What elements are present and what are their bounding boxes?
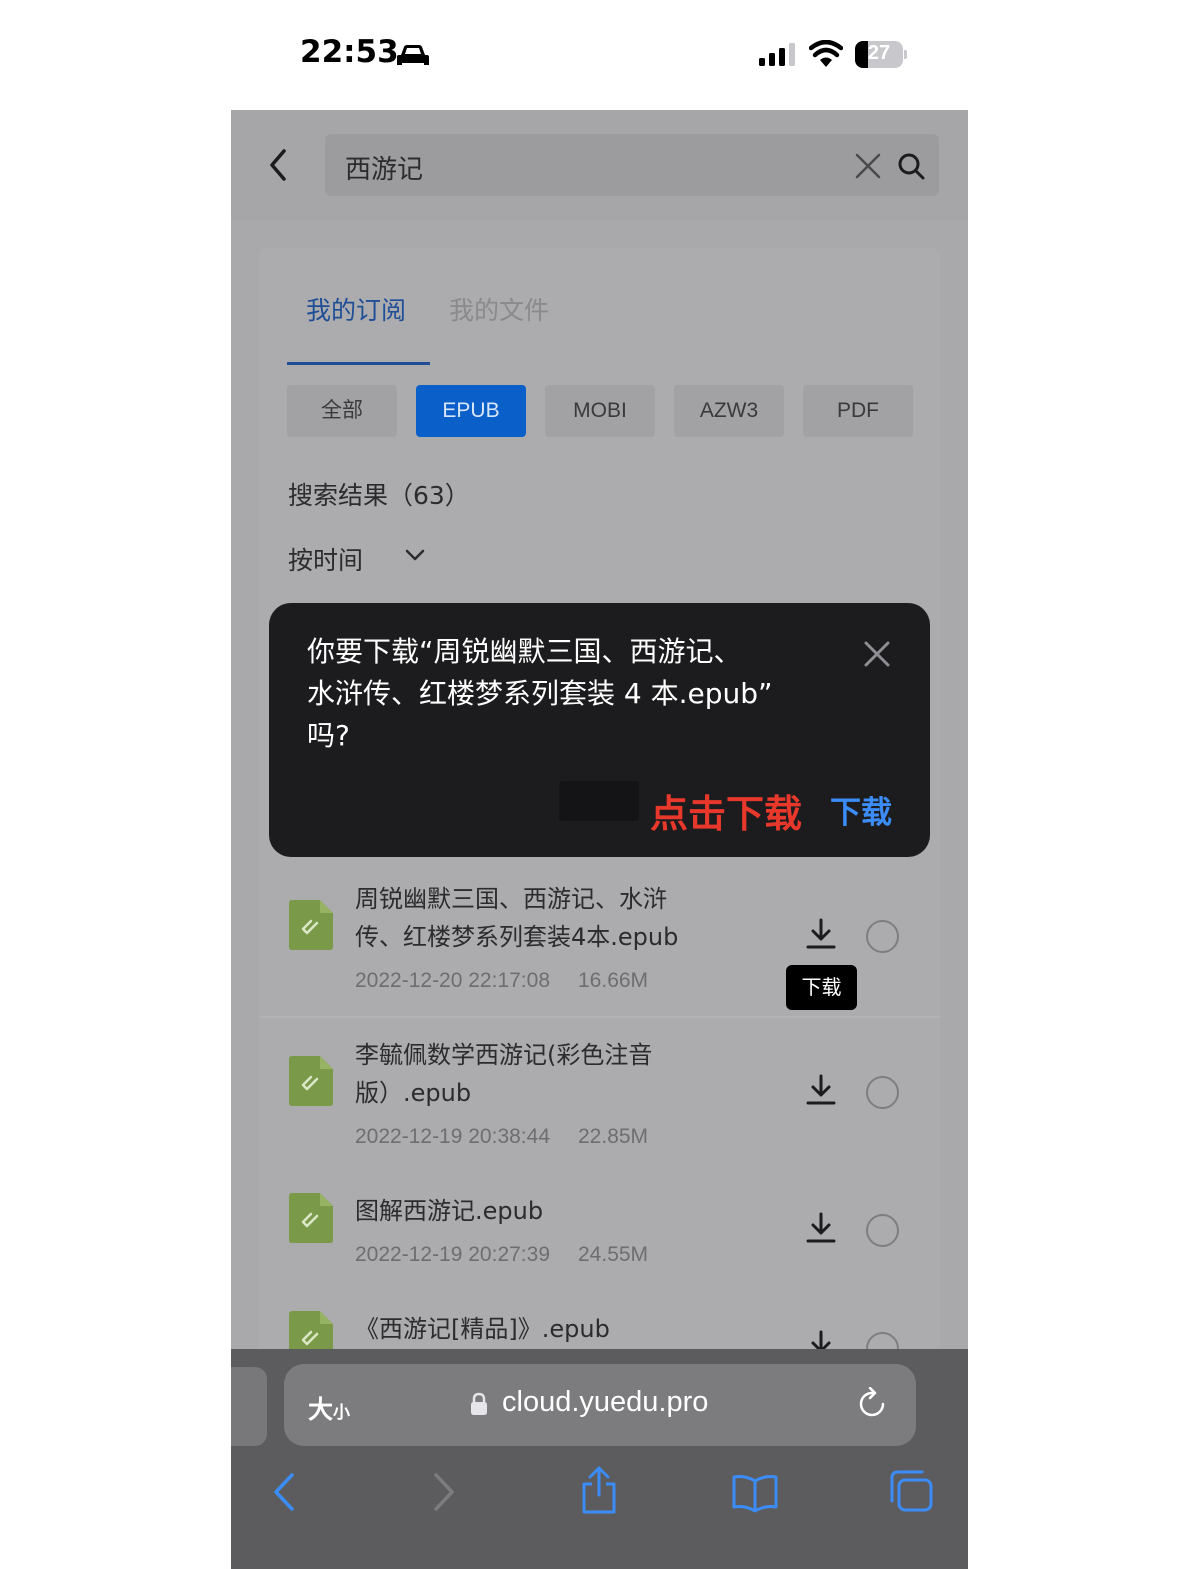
file-date: 2022-12-19 20:27:39 <box>355 1243 550 1266</box>
search-header: 西游记 <box>231 110 968 220</box>
battery-level: 27 <box>867 42 891 64</box>
address-bar[interactable]: 大小 cloud.yuedu.pro <box>284 1364 916 1446</box>
file-meta: 2022-12-20 22:17:08 16.66M <box>355 969 648 993</box>
bookmarks-icon[interactable] <box>731 1473 779 1513</box>
file-date: 2022-12-19 20:38:44 <box>355 1125 550 1148</box>
car-icon <box>397 45 429 65</box>
download-icon[interactable] <box>806 1212 836 1244</box>
search-query: 西游记 <box>345 155 424 185</box>
active-tab-indicator <box>287 362 430 365</box>
filter-all[interactable]: 全部 <box>287 385 397 437</box>
download-button[interactable]: 下载 <box>830 787 892 832</box>
download-tooltip: 下载 <box>786 965 857 1010</box>
text-size-button[interactable]: 大小 <box>308 1390 350 1426</box>
filter-mobi[interactable]: MOBI <box>545 385 655 437</box>
download-message: 你要下载“周锐幽默三国、西游记、 水浒传、红楼梦系列套装 4 本.epub” 吗… <box>307 635 773 752</box>
tab-subscriptions[interactable]: 我的订阅 <box>306 291 406 327</box>
lock-icon <box>471 1392 487 1415</box>
select-checkbox[interactable] <box>866 1214 899 1247</box>
file-date: 2022-12-20 22:17:08 <box>355 969 550 992</box>
file-size: 16.66M <box>578 969 649 992</box>
file-size: 24.55M <box>578 1243 649 1266</box>
tab-my-files[interactable]: 我的文件 <box>449 291 549 327</box>
search-input[interactable]: 西游记 <box>325 134 939 196</box>
annotation-label: 点击下载 <box>650 792 803 836</box>
filter-epub[interactable]: EPUB <box>416 385 526 437</box>
epub-file-icon <box>289 1056 333 1106</box>
forward-icon[interactable] <box>431 1472 457 1512</box>
close-icon[interactable] <box>863 640 891 668</box>
sort-dropdown[interactable]: 按时间 <box>288 541 363 577</box>
chevron-down-icon[interactable] <box>405 548 425 562</box>
battery-tip <box>904 50 907 59</box>
file-meta: 2022-12-19 20:38:44 22.85M <box>355 1125 648 1149</box>
file-name: 图解西游记.epub <box>355 1197 544 1225</box>
download-dialog: 你要下载“周锐幽默三国、西游记、 水浒传、红楼梦系列套装 4 本.epub” 吗… <box>269 603 930 857</box>
file-size: 22.85M <box>578 1125 649 1148</box>
download-icon[interactable] <box>806 918 836 950</box>
status-bar: 22:53 27 <box>0 0 1200 110</box>
file-name: 周锐幽默三国、西游记、水浒 传、红楼梦系列套装4本.epub <box>355 885 679 951</box>
search-icon[interactable] <box>897 152 925 180</box>
file-name: 《西游记[精品]》.epub <box>355 1315 610 1343</box>
reload-icon[interactable] <box>857 1387 889 1421</box>
row-divider <box>259 1016 940 1018</box>
back-icon[interactable] <box>267 148 289 182</box>
select-checkbox[interactable] <box>866 920 899 953</box>
file-meta: 2022-12-19 20:27:39 24.55M <box>355 1243 648 1267</box>
share-icon[interactable] <box>579 1465 619 1515</box>
filter-azw3[interactable]: AZW3 <box>674 385 784 437</box>
download-icon[interactable] <box>806 1074 836 1106</box>
url-text: cloud.yuedu.pro <box>502 1386 709 1418</box>
status-time: 22:53 <box>300 34 399 70</box>
epub-file-icon <box>289 1193 333 1243</box>
web-view: 西游记 我的订阅 我的文件 全部 EPUB MOBI AZW3 PDF 搜索结果… <box>231 110 968 1569</box>
result-count: 搜索结果（63） <box>288 481 470 510</box>
epub-file-icon <box>289 900 333 950</box>
battery-icon: 27 <box>855 41 903 68</box>
filter-pdf[interactable]: PDF <box>803 385 913 437</box>
redacted-area <box>559 781 639 821</box>
select-checkbox[interactable] <box>866 1076 899 1109</box>
back-icon[interactable] <box>271 1472 297 1512</box>
wifi-icon <box>809 40 843 67</box>
signal-icon <box>759 43 795 66</box>
clear-icon[interactable] <box>855 153 881 179</box>
tabs-icon[interactable] <box>888 1469 934 1513</box>
file-name: 李毓佩数学西游记(彩色注音 版）.epub <box>355 1041 653 1107</box>
previous-tab-preview[interactable] <box>231 1367 267 1446</box>
browser-toolbar: 大小 cloud.yuedu.pro <box>231 1349 968 1569</box>
